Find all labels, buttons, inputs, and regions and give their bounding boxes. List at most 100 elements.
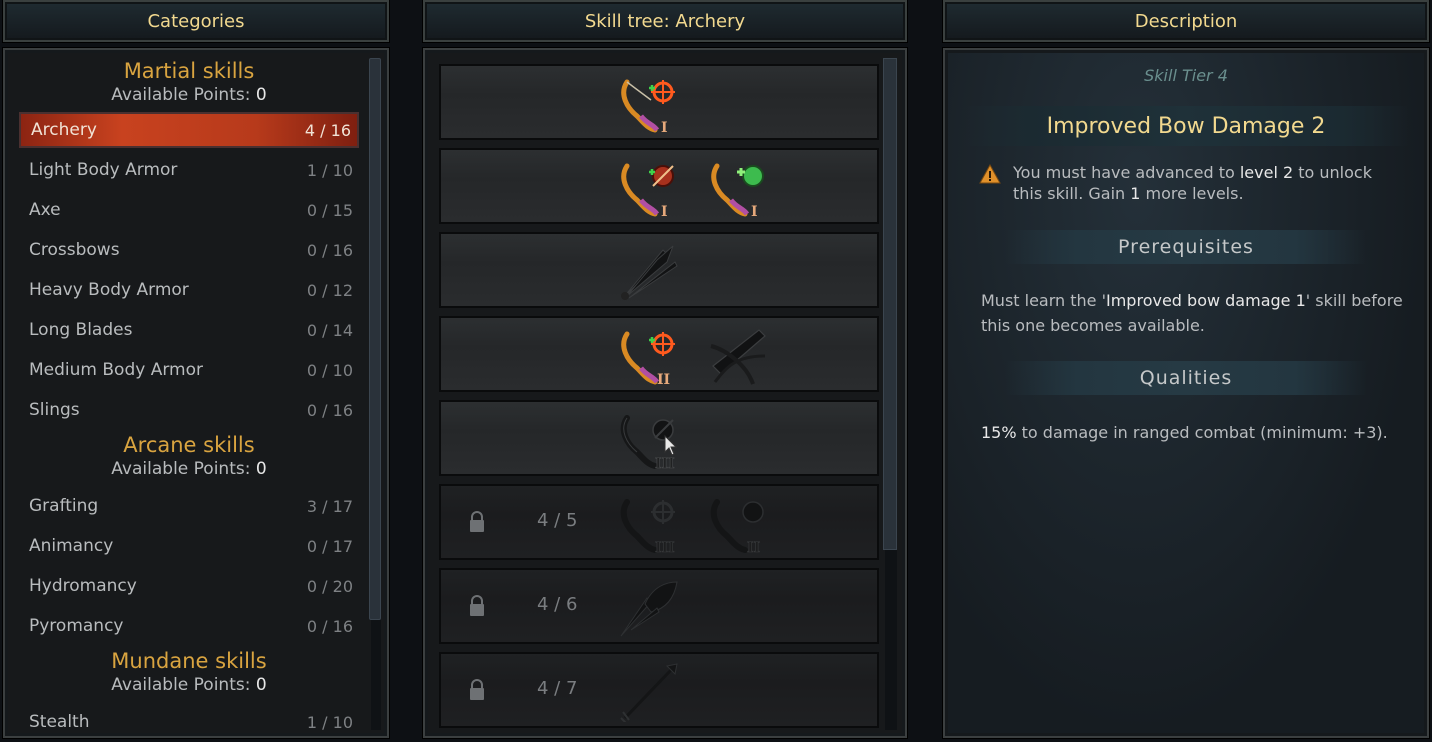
- points-label: Available Points:: [111, 85, 251, 105]
- prerequisite-text: Must learn the 'Improved bow damage 1' s…: [981, 288, 1405, 338]
- svg-text:II: II: [657, 372, 670, 386]
- category-animancy[interactable]: Animancy 0 / 17: [19, 526, 359, 566]
- category-count: 0 / 16: [306, 616, 353, 636]
- category-label: Stealth: [29, 712, 90, 732]
- quality-value: 15%: [981, 423, 1017, 442]
- category-label: Grafting: [29, 496, 99, 516]
- bow-target-icon[interactable]: I: [617, 74, 681, 134]
- category-crossbows[interactable]: Crossbows 0 / 16: [19, 230, 359, 270]
- tier-points-required: 4 / 5: [537, 510, 578, 531]
- svg-text:I: I: [751, 204, 758, 218]
- single-arrow-icon[interactable]: [617, 662, 681, 722]
- bow-heal-icon[interactable]: I: [707, 158, 771, 218]
- levels-needed: 1: [1130, 184, 1141, 203]
- arrow-feather-icon[interactable]: [617, 578, 681, 638]
- category-slings[interactable]: Slings 0 / 16: [19, 390, 359, 430]
- tier-points-required: 4 / 6: [537, 594, 578, 615]
- skill-tier-row-locked: 4 / 7: [439, 652, 879, 728]
- category-count: 0 / 17: [306, 536, 353, 556]
- lock-icon: [470, 511, 484, 532]
- available-points-arcane: Available Points: 0: [19, 458, 359, 480]
- categories-scrollbar-track[interactable]: [371, 620, 381, 730]
- categories-frame: Martial skills Available Points: 0 Arche…: [3, 48, 389, 738]
- warning-text-part: You must have advanced to: [1013, 163, 1240, 182]
- skill-tree-scrollbar-track[interactable]: [885, 550, 897, 730]
- skill-tier-row-locked: 4 / 6: [439, 568, 879, 644]
- category-label: Heavy Body Armor: [29, 280, 189, 300]
- prereq-text-part: Must learn the ': [981, 291, 1106, 310]
- category-heavy-body-armor[interactable]: Heavy Body Armor 0 / 12: [19, 270, 359, 310]
- bow-damage-icon[interactable]: I: [617, 158, 681, 218]
- warning-text: You must have advanced to level 2 to unl…: [1013, 162, 1405, 204]
- available-points-mundane: Available Points: 0: [19, 674, 359, 696]
- categories-panel: Categories Martial skills Available Poin…: [0, 0, 392, 742]
- required-level: level 2: [1239, 163, 1294, 182]
- skill-tier-row: I I: [439, 148, 879, 224]
- lock-icon: [470, 679, 484, 700]
- quality-description: to damage in ranged combat (minimum: +3)…: [1016, 423, 1388, 442]
- category-pyromancy[interactable]: Pyromancy 0 / 16: [19, 606, 359, 646]
- skill-tree-header: Skill tree: Archery: [423, 0, 907, 42]
- bow-target-2-icon[interactable]: II: [617, 326, 681, 386]
- category-count: 0 / 12: [306, 280, 353, 300]
- skill-tree-scrollbar-thumb[interactable]: [883, 58, 897, 550]
- crossbow-icon[interactable]: [707, 326, 771, 386]
- points-value: 0: [255, 459, 267, 479]
- group-title-martial: Martial skills: [123, 59, 255, 83]
- category-label: Long Blades: [29, 320, 133, 340]
- level-requirement-warning: You must have advanced to level 2 to unl…: [979, 162, 1405, 204]
- category-stealth[interactable]: Stealth 1 / 10: [19, 702, 359, 736]
- lock-icon: [470, 595, 484, 616]
- arrow-volley-icon[interactable]: [617, 242, 681, 302]
- skill-tree-panel: Skill tree: Archery I I I II III 4 / 5 I…: [420, 0, 910, 742]
- category-medium-body-armor[interactable]: Medium Body Armor 0 / 10: [19, 350, 359, 390]
- qualities-heading: Qualities: [1005, 361, 1367, 395]
- category-hydromancy[interactable]: Hydromancy 0 / 20: [19, 566, 359, 606]
- svg-text:III: III: [655, 540, 675, 554]
- quality-text: 15% to damage in ranged combat (minimum:…: [981, 420, 1405, 445]
- category-count: 1 / 10: [306, 160, 353, 180]
- category-count: 0 / 20: [306, 576, 353, 596]
- category-label: Hydromancy: [29, 576, 137, 596]
- category-axe[interactable]: Axe 0 / 15: [19, 190, 359, 230]
- categories-scrollbar-thumb[interactable]: [369, 58, 381, 620]
- bow-damage-3-icon[interactable]: III: [617, 410, 681, 470]
- category-count: 0 / 10: [306, 360, 353, 380]
- group-title-mundane: Mundane skills: [111, 649, 267, 673]
- categories-header: Categories: [3, 0, 389, 42]
- category-grafting[interactable]: Grafting 3 / 17: [19, 486, 359, 526]
- bow-damage-3b-icon[interactable]: II: [707, 494, 771, 554]
- category-label: Archery: [31, 120, 97, 140]
- category-count: 3 / 17: [306, 496, 353, 516]
- category-label: Pyromancy: [29, 616, 124, 636]
- description-frame: Skill Tier 4 Improved Bow Damage 2 You m…: [943, 48, 1429, 738]
- category-label: Slings: [29, 400, 80, 420]
- skill-tree-frame: I I I II III 4 / 5 III II 4 / 6 4 / 7: [423, 48, 907, 738]
- skill-tier-row: [439, 232, 879, 308]
- skill-name: Improved Bow Damage 2: [963, 106, 1409, 146]
- prereq-skill-name: Improved bow damage 1: [1106, 291, 1306, 310]
- bow-target-3-icon[interactable]: III: [617, 494, 681, 554]
- category-label: Animancy: [29, 536, 114, 556]
- category-label: Axe: [29, 200, 61, 220]
- svg-text:I: I: [661, 204, 668, 218]
- warning-text-part: more levels.: [1140, 184, 1244, 203]
- skill-tier-row: I: [439, 64, 879, 140]
- prerequisites-heading: Prerequisites: [1005, 230, 1367, 264]
- available-points-martial: Available Points: 0: [19, 84, 359, 106]
- category-archery[interactable]: Archery 4 / 16: [19, 112, 359, 148]
- points-value: 0: [255, 675, 267, 695]
- svg-text:II: II: [747, 540, 760, 554]
- category-label: Medium Body Armor: [29, 360, 203, 380]
- category-light-body-armor[interactable]: Light Body Armor 1 / 10: [19, 150, 359, 190]
- skill-tier-list: I I I II III 4 / 5 III II 4 / 6 4 / 7: [439, 64, 879, 736]
- category-long-blades[interactable]: Long Blades 0 / 14: [19, 310, 359, 350]
- category-count: 0 / 16: [306, 240, 353, 260]
- description-panel: Description Skill Tier 4 Improved Bow Da…: [940, 0, 1432, 742]
- skill-tier-row-locked: 4 / 5 III II: [439, 484, 879, 560]
- category-count: 0 / 16: [306, 400, 353, 420]
- warning-icon: [979, 164, 1001, 184]
- skill-tier-row: III: [439, 400, 879, 476]
- svg-text:III: III: [655, 456, 675, 470]
- description-header: Description: [943, 0, 1429, 42]
